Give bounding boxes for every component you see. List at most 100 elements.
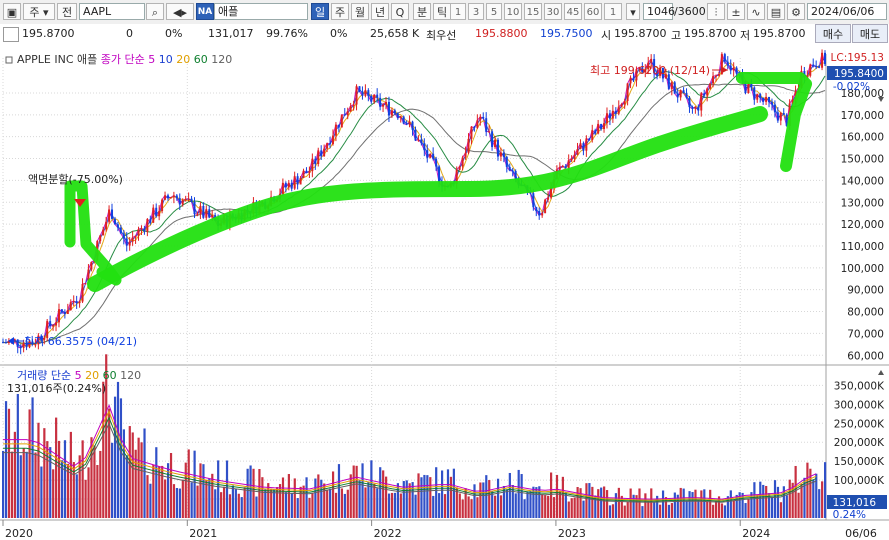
candle <box>111 209 114 219</box>
volume-bar <box>517 469 520 518</box>
candle <box>673 82 676 94</box>
interval-button-6[interactable]: 45 <box>564 3 582 20</box>
last-price: 195.8400 <box>834 68 884 80</box>
period-tab-4[interactable]: Q <box>391 3 409 20</box>
line-tool-icon[interactable]: ∿ <box>747 3 765 20</box>
volume-bar <box>284 492 288 518</box>
volume-bar <box>464 488 467 518</box>
date-input[interactable]: 2024/06/06 <box>807 3 887 20</box>
sell-button[interactable]: 매도 <box>852 24 888 43</box>
volume-bar <box>161 465 164 518</box>
interval-button-5[interactable]: 30 <box>544 3 562 20</box>
volume-bar <box>196 485 199 518</box>
price-tick-label: 130,000 <box>841 197 884 209</box>
price-chart[interactable]: 180,000170,000160,000150,000140,000130,0… <box>0 44 889 540</box>
period-tab-0[interactable]: 일 <box>311 3 329 20</box>
volume-bar <box>567 501 570 518</box>
candle <box>567 160 570 168</box>
last-volume-pct: 0.24% <box>833 509 866 521</box>
save-icon[interactable]: ▤ <box>767 3 785 20</box>
volume-bar <box>505 489 509 518</box>
period-tab-5[interactable]: 분 <box>413 3 431 20</box>
period-tab-2[interactable]: 월 <box>351 3 369 20</box>
speaker-icon[interactable]: ◀▸ <box>166 3 194 20</box>
period-tab-3[interactable]: 년 <box>371 3 389 20</box>
bars-icon[interactable]: ⫶ <box>707 3 725 20</box>
symbol-input[interactable]: AAPL <box>79 3 145 20</box>
lc-label: LC:195.13 <box>831 52 884 64</box>
candle <box>706 88 709 96</box>
candle <box>102 229 105 236</box>
candle <box>125 238 128 246</box>
quote-price: 195.8700 <box>22 27 75 40</box>
volume-bar <box>579 488 582 518</box>
candle <box>178 198 181 205</box>
interval-button-4[interactable]: 15 <box>524 3 542 20</box>
volume-bar <box>296 498 299 518</box>
candle <box>670 82 673 90</box>
candle <box>535 207 538 212</box>
bar-count-input[interactable]: 1046 <box>643 3 675 20</box>
volume-bar <box>169 453 173 518</box>
volume-bar <box>697 500 700 518</box>
candle <box>161 199 164 212</box>
interval-button-3[interactable]: 10 <box>504 3 522 20</box>
volume-bar <box>199 463 202 518</box>
candle <box>134 235 137 238</box>
volume-bar <box>258 469 261 518</box>
gear-icon[interactable]: ⚙ <box>787 3 805 20</box>
period-type-select[interactable]: 주 ▾ <box>23 3 55 20</box>
volume-bar <box>13 431 16 518</box>
prev-button[interactable]: 전 <box>57 3 77 20</box>
candle <box>187 198 190 200</box>
candle <box>532 193 535 208</box>
period-tab-1[interactable]: 주 <box>331 3 349 20</box>
volume-bar <box>815 473 818 518</box>
layout-icon[interactable]: ▣ <box>3 3 21 20</box>
name-field[interactable]: 애플 <box>214 3 308 20</box>
volume-bar <box>55 417 58 518</box>
interval-button-8[interactable]: 1 <box>604 3 622 20</box>
interval-button-7[interactable]: 60 <box>584 3 602 20</box>
candle <box>364 90 367 96</box>
candle <box>337 124 340 128</box>
volume-bar <box>458 493 461 518</box>
volume-bar <box>446 469 450 518</box>
candle <box>759 94 762 98</box>
candle <box>379 97 382 107</box>
volume-bar <box>514 493 517 518</box>
candle <box>131 237 134 242</box>
buy-button[interactable]: 매수 <box>815 24 851 43</box>
candle <box>116 224 119 228</box>
candle <box>470 126 473 139</box>
period-tab-6[interactable]: 틱 <box>433 3 451 20</box>
volume-bar <box>555 474 559 518</box>
plus-minus-icon[interactable]: ± <box>727 3 745 20</box>
price-tick-label: 150,000 <box>841 154 884 166</box>
volume-bar <box>22 448 25 518</box>
volume-bar <box>541 494 544 518</box>
search-icon[interactable]: ⌕ <box>146 3 164 20</box>
candle <box>122 233 125 239</box>
time-label: 2022 <box>374 527 402 540</box>
interval-button-1[interactable]: 3 <box>468 3 484 20</box>
candle <box>723 54 726 62</box>
interval-button-2[interactable]: 5 <box>486 3 502 20</box>
candle <box>320 150 323 157</box>
volume-bar <box>617 487 620 518</box>
volume-bar <box>367 481 370 518</box>
quote-toggle-icon[interactable] <box>3 27 19 42</box>
interval-dropdown-icon[interactable]: ▾ <box>626 3 640 20</box>
high-label: 고 <box>671 29 682 42</box>
interval-button-0[interactable]: 1 <box>450 3 466 20</box>
quote-open: 195.8700 <box>614 27 667 40</box>
volume-bar <box>797 492 800 518</box>
candle <box>435 158 438 167</box>
volume-bar <box>723 505 727 518</box>
volume-bar <box>588 483 591 518</box>
candle <box>762 97 765 102</box>
candle <box>703 93 706 96</box>
volume-bar <box>102 381 105 518</box>
volume-bar <box>28 409 31 518</box>
volume-bar <box>240 497 243 518</box>
